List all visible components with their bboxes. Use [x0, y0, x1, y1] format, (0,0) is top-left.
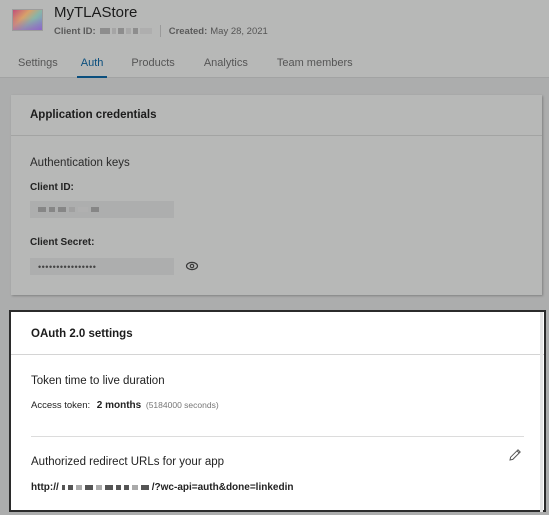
redirect-url-redacted	[61, 485, 149, 490]
authentication-keys-heading: Authentication keys	[30, 157, 130, 169]
scrollbar[interactable]	[540, 312, 543, 512]
tab-products[interactable]: Products	[131, 52, 174, 78]
access-token-row: Access token: 2 months (5184000 seconds)	[31, 400, 219, 411]
app-logo	[12, 9, 43, 31]
client-id-field[interactable]	[30, 201, 174, 218]
app-header: MyTLAStore Client ID: Created: May 28, 2…	[0, 0, 549, 78]
redirect-url: http:// /?wc-api=auth&done=linkedin	[31, 482, 293, 493]
client-id-label: Client ID:	[30, 182, 74, 193]
oauth-settings-card: OAuth 2.0 settings Token time to live du…	[9, 310, 546, 512]
created-date: May 28, 2021	[210, 25, 268, 37]
tab-analytics[interactable]: Analytics	[204, 52, 248, 78]
redirect-url-prefix: http://	[31, 482, 59, 493]
client-id-redacted	[99, 28, 152, 34]
token-ttl-heading: Token time to live duration	[31, 375, 165, 387]
app-title: MyTLAStore	[54, 4, 138, 21]
redirect-url-suffix: /?wc-api=auth&done=linkedin	[151, 482, 294, 493]
client-secret-value: ••••••••••••••••	[38, 261, 97, 272]
section-divider	[31, 436, 524, 437]
application-credentials-card: Application credentials Authentication k…	[11, 95, 542, 295]
tab-team-members[interactable]: Team members	[277, 52, 353, 78]
oauth-title: OAuth 2.0 settings	[11, 312, 544, 355]
access-token-label: Access token:	[31, 400, 91, 411]
app-meta: Client ID: Created: May 28, 2021	[54, 25, 268, 37]
client-secret-label: Client Secret:	[30, 237, 95, 248]
access-token-seconds: (5184000 seconds)	[145, 400, 219, 410]
tab-settings[interactable]: Settings	[18, 52, 58, 78]
client-id-label: Client ID:	[54, 25, 96, 37]
redirect-urls-heading: Authorized redirect URLs for your app	[31, 456, 225, 468]
tab-auth[interactable]: Auth	[76, 52, 107, 78]
tab-bar: Settings Auth Products Analytics Team me…	[0, 52, 353, 78]
eye-icon[interactable]	[185, 261, 199, 271]
client-secret-field[interactable]: ••••••••••••••••	[30, 258, 174, 275]
meta-divider	[159, 25, 161, 37]
created-label: Created:	[168, 25, 208, 37]
credentials-title: Application credentials	[11, 95, 542, 136]
pencil-icon[interactable]	[508, 448, 522, 462]
access-token-value: 2 months	[96, 400, 142, 411]
